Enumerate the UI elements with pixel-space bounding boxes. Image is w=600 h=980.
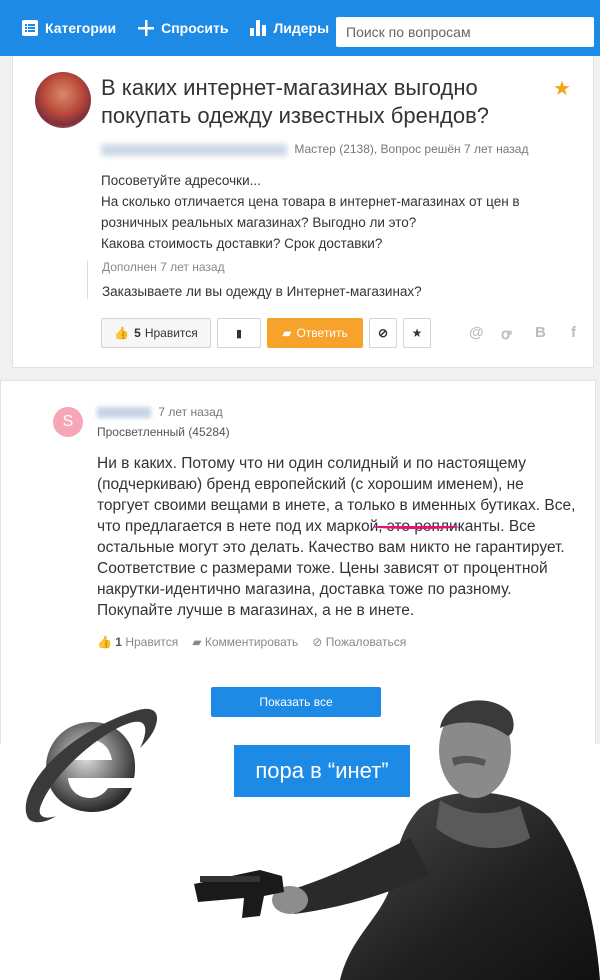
answer-author: 7 лет назад — [97, 405, 223, 419]
nav-categories-label: Категории — [45, 20, 117, 36]
comment-icon: ▰ — [192, 635, 202, 649]
comment-label: Комментировать — [204, 635, 299, 649]
search-input[interactable] — [336, 17, 594, 47]
nav-ask-label: Спросить — [161, 20, 229, 36]
answer-like-count: 1 — [115, 635, 122, 649]
nav-ask[interactable]: Спросить — [138, 20, 228, 36]
question-addition: Дополнен 7 лет назад Заказываете ли вы о… — [87, 260, 577, 299]
vkontakte-icon[interactable]: B — [535, 324, 546, 341]
plus-icon — [138, 20, 155, 36]
answer-button[interactable]: ▰ Ответить — [267, 318, 363, 348]
complain-label: Пожаловаться — [325, 635, 407, 649]
addition-label: Дополнен 7 лет назад — [102, 260, 225, 274]
comment-button[interactable]: ▰ Комментировать — [192, 635, 298, 649]
question-body-line: Какова стоимость доставки? Срок доставки… — [101, 236, 383, 251]
answer-actions: 👍 1 Нравится ▰ Комментировать ⊘ Пожалова… — [97, 635, 406, 649]
question-body: Посоветуйте адресочки... На сколько отли… — [101, 170, 571, 254]
answer-like-button[interactable]: 👍 1 Нравится — [97, 635, 178, 649]
answer-button-label: Ответить — [296, 326, 348, 340]
nav-leaders[interactable]: Лидеры — [250, 20, 329, 36]
question-meta: Мастер (2138), Вопрос решён 7 лет назад — [101, 142, 528, 156]
bar-chart-icon — [250, 20, 267, 36]
top-navigation: Категории Спросить Лидеры — [0, 0, 600, 56]
star-outline-icon: ★ — [411, 326, 423, 340]
question-title: В каких интернет-магазинах выгодно покуп… — [101, 75, 489, 128]
odnoklassniki-icon[interactable]: ꝍ — [501, 324, 511, 344]
page: Категории Спросить Лидеры В каких интерн… — [0, 0, 600, 980]
comment-icon: ▰ — [282, 326, 292, 340]
man-with-gun-figure — [194, 700, 600, 980]
block-icon: ⊘ — [377, 326, 389, 340]
internet-explorer-logo-icon — [25, 708, 158, 823]
blurred-answerer-name — [97, 407, 151, 419]
avatar-letter: S — [62, 413, 74, 430]
favorite-button[interactable]: ★ — [403, 318, 431, 348]
answerer-avatar[interactable]: S — [53, 407, 83, 437]
bookmark-button[interactable]: ▮ — [217, 318, 261, 348]
answer-text: Ни в каких. Потому что ни один солидный … — [97, 453, 577, 621]
facebook-icon[interactable]: f — [571, 324, 576, 341]
list-icon — [22, 20, 38, 36]
question-meta-text: Мастер (2138), Вопрос решён 7 лет назад — [294, 142, 529, 156]
star-icon: ★ — [553, 78, 571, 100]
answer-rank: Просветленный (45284) — [97, 425, 230, 439]
like-button[interactable]: 👍 5 Нравится — [101, 318, 211, 348]
thumbs-up-icon: 👍 — [97, 635, 112, 649]
question-card: В каких интернет-магазинах выгодно покуп… — [12, 56, 594, 368]
answer-like-label: Нравится — [125, 635, 179, 649]
block-icon: ⊘ — [312, 635, 323, 649]
nav-leaders-label: Лидеры — [273, 20, 330, 36]
like-label: Нравится — [144, 326, 198, 340]
nav-categories[interactable]: Категории — [22, 20, 116, 36]
complain-button[interactable]: ⊘ Пожаловаться — [312, 635, 406, 649]
at-sign-icon[interactable]: @ — [469, 324, 484, 341]
question-actions: 👍 5 Нравится ▮ ▰ Ответить ⊘ ★ @ ꝍ B f — [101, 318, 581, 348]
blurred-author-name — [101, 143, 287, 156]
bookmark-icon: ▮ — [235, 327, 243, 340]
thumbs-up-icon: 👍 — [114, 326, 130, 340]
question-body-line: На сколько отличается цена товара в инте… — [101, 194, 520, 230]
answer-time: 7 лет назад — [158, 405, 223, 419]
like-count: 5 — [134, 326, 141, 340]
highlight-underline — [373, 525, 459, 529]
block-button[interactable]: ⊘ — [369, 318, 397, 348]
question-body-line: Посоветуйте адресочки... — [101, 173, 261, 188]
addition-text: Заказываете ли вы одежду в Интернет-мага… — [102, 284, 422, 299]
asker-avatar[interactable] — [35, 72, 91, 128]
